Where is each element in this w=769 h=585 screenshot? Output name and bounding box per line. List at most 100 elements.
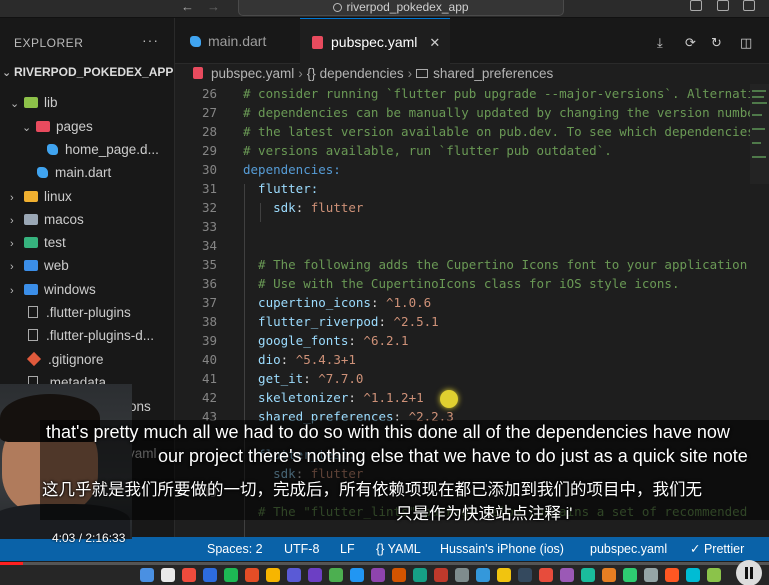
dock-app-icon[interactable]: [623, 568, 637, 582]
sidebar-item-lib[interactable]: ⌄ lib: [10, 92, 58, 114]
dock-app-icon[interactable]: [665, 568, 679, 582]
dock-app-icon[interactable]: [518, 568, 532, 582]
code-line[interactable]: 37 cupertino_icons: ^1.0.6: [175, 293, 750, 312]
dock-app-icon[interactable]: [161, 568, 175, 582]
folder-icon: [24, 97, 38, 108]
breadcrumb-file[interactable]: pubspec.yaml: [211, 66, 294, 81]
dock-app-icon[interactable]: [581, 568, 595, 582]
status-indentation[interactable]: Spaces: 2: [207, 537, 263, 561]
sync-icon[interactable]: ⟳: [685, 35, 696, 51]
minimap[interactable]: [750, 84, 769, 184]
code-line[interactable]: 28 # the latest version available on pub.…: [175, 122, 750, 141]
minimap-line: [752, 90, 766, 92]
breadcrumb-section[interactable]: {} dependencies: [307, 66, 404, 81]
tab-label: pubspec.yaml: [331, 34, 418, 50]
code-line[interactable]: 35 # The following adds the Cupertino Ic…: [175, 255, 750, 274]
tab-pubspec-yaml[interactable]: pubspec.yaml ✕: [300, 18, 450, 64]
sidebar-item-main-dart[interactable]: main.dart: [34, 162, 111, 184]
sidebar-item-linux[interactable]: › linux: [10, 186, 72, 208]
code-text: # dependencies can be manually updated b…: [243, 105, 750, 120]
dock-app-icon[interactable]: [371, 568, 385, 582]
code-line[interactable]: 31 flutter:: [175, 179, 750, 198]
status-prettier[interactable]: ✓ Prettier: [690, 537, 744, 561]
dock-app-icon[interactable]: [203, 568, 217, 582]
sidebar-item-pages[interactable]: ⌄ pages: [22, 116, 93, 138]
code-line[interactable]: 30 dependencies:: [175, 160, 750, 179]
code-line[interactable]: 33: [175, 217, 750, 236]
dock-app-icon[interactable]: [140, 568, 154, 582]
toggle-secondary-sidebar-icon[interactable]: [743, 0, 755, 11]
sidebar-item-home-page-d[interactable]: home_page.d...: [44, 139, 159, 161]
dock-app-icon[interactable]: [266, 568, 280, 582]
dock-app-icon[interactable]: [476, 568, 490, 582]
tab-main-dart[interactable]: main.dart: [175, 18, 299, 64]
line-number: 39: [201, 333, 217, 348]
line-number: 31: [201, 181, 217, 196]
status-file[interactable]: pubspec.yaml: [590, 537, 667, 561]
dock-app-icon[interactable]: [602, 568, 616, 582]
sidebar-item-web[interactable]: › web: [10, 255, 69, 277]
back-arrow-icon[interactable]: ←: [181, 0, 194, 14]
code-line[interactable]: 42 skeletonizer: ^1.1.2+1: [175, 388, 750, 407]
code-line[interactable]: 40 dio: ^5.4.3+1: [175, 350, 750, 369]
command-center-search[interactable]: riverpod_pokedex_app: [238, 0, 564, 16]
forward-arrow-icon[interactable]: →: [207, 0, 220, 14]
code-line[interactable]: 38 flutter_riverpod: ^2.5.1: [175, 312, 750, 331]
sidebar-item-flutter-plugins-d[interactable]: .flutter-plugins-d...: [24, 325, 154, 347]
pause-button[interactable]: [736, 560, 762, 585]
sidebar-item-flutter-plugins[interactable]: .flutter-plugins: [24, 302, 131, 324]
dock-app-icon[interactable]: [350, 568, 364, 582]
dock-app-icon[interactable]: [434, 568, 448, 582]
code-line[interactable]: 32 sdk: flutter: [175, 198, 750, 217]
dock-app-icon[interactable]: [455, 568, 469, 582]
refresh-icon[interactable]: ↻: [711, 35, 722, 51]
code-line[interactable]: 29 # versions available, run `flutter pub…: [175, 141, 750, 160]
code-line[interactable]: 34: [175, 236, 750, 255]
sidebar-item-test[interactable]: › test: [10, 232, 66, 254]
dock-app-icon[interactable]: [329, 568, 343, 582]
code-line[interactable]: 26 # consider running `flutter pub upgrad…: [175, 84, 750, 103]
dock-app-icon[interactable]: [644, 568, 658, 582]
code-line[interactable]: 41 get_it: ^7.7.0: [175, 369, 750, 388]
close-icon[interactable]: ✕: [429, 35, 440, 50]
sidebar-item-macos[interactable]: › macos: [10, 209, 84, 231]
video-time: 4:03 / 2:16:33: [52, 531, 126, 545]
code-line[interactable]: 27 # dependencies can be manually updated…: [175, 103, 750, 122]
dock-app-icon[interactable]: [497, 568, 511, 582]
editor-tabs: main.dart pubspec.yaml ✕ ⤓ ⟳ ↻ ◫: [175, 18, 769, 64]
status-language[interactable]: {} YAML: [376, 537, 421, 561]
project-root[interactable]: ⌄ RIVERPOD_POKEDEX_APP: [2, 65, 173, 79]
dock-app-icon[interactable]: [392, 568, 406, 582]
line-number: 30: [201, 162, 217, 177]
more-actions-icon[interactable]: ···: [142, 32, 159, 48]
dock-app-icon[interactable]: [413, 568, 427, 582]
dock-app-icon[interactable]: [560, 568, 574, 582]
dock-app-icon[interactable]: [686, 568, 700, 582]
code-line[interactable]: 36 # Use with the CupertinoIcons class f…: [175, 274, 750, 293]
toggle-panel-icon[interactable]: [717, 0, 729, 11]
dock-app-icon[interactable]: [224, 568, 238, 582]
download-icon[interactable]: ⤓: [657, 35, 663, 51]
breadcrumb-leaf[interactable]: shared_preferences: [433, 66, 553, 81]
split-editor-icon[interactable]: ◫: [740, 35, 752, 51]
yaml-key: cupertino_icons: [243, 295, 371, 310]
sidebar-item-gitignore[interactable]: .gitignore: [24, 349, 104, 371]
title-bar: ← → riverpod_pokedex_app: [0, 0, 769, 18]
yaml-key: flutter_riverpod: [243, 314, 379, 329]
line-number: 42: [201, 390, 217, 405]
code-line[interactable]: 39 google_fonts: ^6.2.1: [175, 331, 750, 350]
dock-app-icon[interactable]: [707, 568, 721, 582]
status-eol[interactable]: LF: [340, 537, 355, 561]
dock-app-icon[interactable]: [245, 568, 259, 582]
dock-app-icon[interactable]: [287, 568, 301, 582]
dock-app-icon[interactable]: [182, 568, 196, 582]
dock-app-icon[interactable]: [308, 568, 322, 582]
status-device[interactable]: Hussain's iPhone (ios): [440, 537, 564, 561]
folder-icon: [24, 191, 38, 202]
line-number: 38: [201, 314, 217, 329]
sidebar-item-windows[interactable]: › windows: [10, 279, 96, 301]
toggle-sidebar-icon[interactable]: [690, 0, 702, 11]
code-text: # Use with the CupertinoIcons class for …: [243, 276, 680, 291]
dock-app-icon[interactable]: [539, 568, 553, 582]
status-encoding[interactable]: UTF-8: [284, 537, 319, 561]
